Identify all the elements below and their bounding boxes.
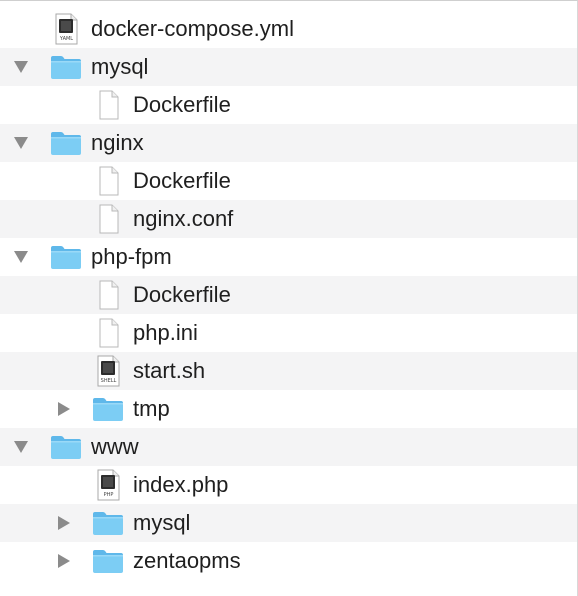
document-icon (92, 166, 124, 196)
file-row[interactable]: nginx.conf (0, 200, 577, 238)
folder-row[interactable]: nginx (0, 124, 577, 162)
yaml-file-icon: YAML (50, 13, 82, 45)
item-name: mysql (133, 510, 191, 535)
file-row[interactable]: php.ini (0, 314, 577, 352)
disclosure-expanded-icon[interactable] (13, 135, 29, 151)
item-name: Dockerfile (133, 168, 231, 193)
svg-text:SHELL: SHELL (101, 378, 117, 384)
document-icon (92, 204, 124, 234)
folder-icon (50, 55, 82, 80)
document-icon (92, 90, 124, 120)
finder-list-view: YAML docker-compose.yml mysql Dockerfile ngi… (0, 0, 578, 596)
item-name: php-fpm (91, 244, 172, 269)
disclosure-expanded-icon[interactable] (13, 59, 29, 75)
php-file-icon: PHP (92, 469, 124, 501)
folder-row[interactable]: mysql (0, 504, 577, 542)
file-row[interactable]: Dockerfile (0, 162, 577, 200)
item-name: index.php (133, 472, 229, 497)
folder-icon (50, 435, 82, 460)
item-name: php.ini (133, 320, 198, 345)
folder-row[interactable]: mysql (0, 48, 577, 86)
item-name: www (91, 434, 139, 459)
svg-text:PHP: PHP (104, 492, 114, 498)
document-icon (92, 280, 124, 310)
item-name: docker-compose.yml (91, 16, 294, 41)
disclosure-collapsed-icon[interactable] (56, 401, 72, 417)
folder-icon (92, 549, 124, 574)
item-name: zentaopms (133, 548, 241, 573)
item-name: Dockerfile (133, 92, 231, 117)
folder-icon (50, 131, 82, 156)
folder-row[interactable]: zentaopms (0, 542, 577, 580)
document-icon (92, 318, 124, 348)
folder-row[interactable]: www (0, 428, 577, 466)
shell-file-icon: SHELL (92, 355, 124, 387)
svg-text:YAML: YAML (59, 36, 73, 42)
folder-icon (92, 511, 124, 536)
file-row[interactable]: YAML docker-compose.yml (0, 10, 577, 48)
file-row[interactable]: SHELL start.sh (0, 352, 577, 390)
disclosure-collapsed-icon[interactable] (56, 553, 72, 569)
file-row[interactable]: Dockerfile (0, 86, 577, 124)
disclosure-expanded-icon[interactable] (13, 439, 29, 455)
disclosure-collapsed-icon[interactable] (56, 515, 72, 531)
folder-icon (92, 397, 124, 422)
item-name: nginx.conf (133, 206, 234, 231)
folder-row[interactable]: tmp (0, 390, 577, 428)
file-row[interactable]: Dockerfile (0, 276, 577, 314)
disclosure-expanded-icon[interactable] (13, 249, 29, 265)
folder-icon (50, 245, 82, 270)
file-tree: YAML docker-compose.yml mysql Dockerfile ngi… (0, 10, 577, 580)
item-name: start.sh (133, 358, 206, 383)
item-name: tmp (133, 396, 170, 421)
item-name: nginx (91, 130, 144, 155)
file-row[interactable]: PHP index.php (0, 466, 577, 504)
item-name: mysql (91, 54, 149, 79)
folder-row[interactable]: php-fpm (0, 238, 577, 276)
item-name: Dockerfile (133, 282, 231, 307)
